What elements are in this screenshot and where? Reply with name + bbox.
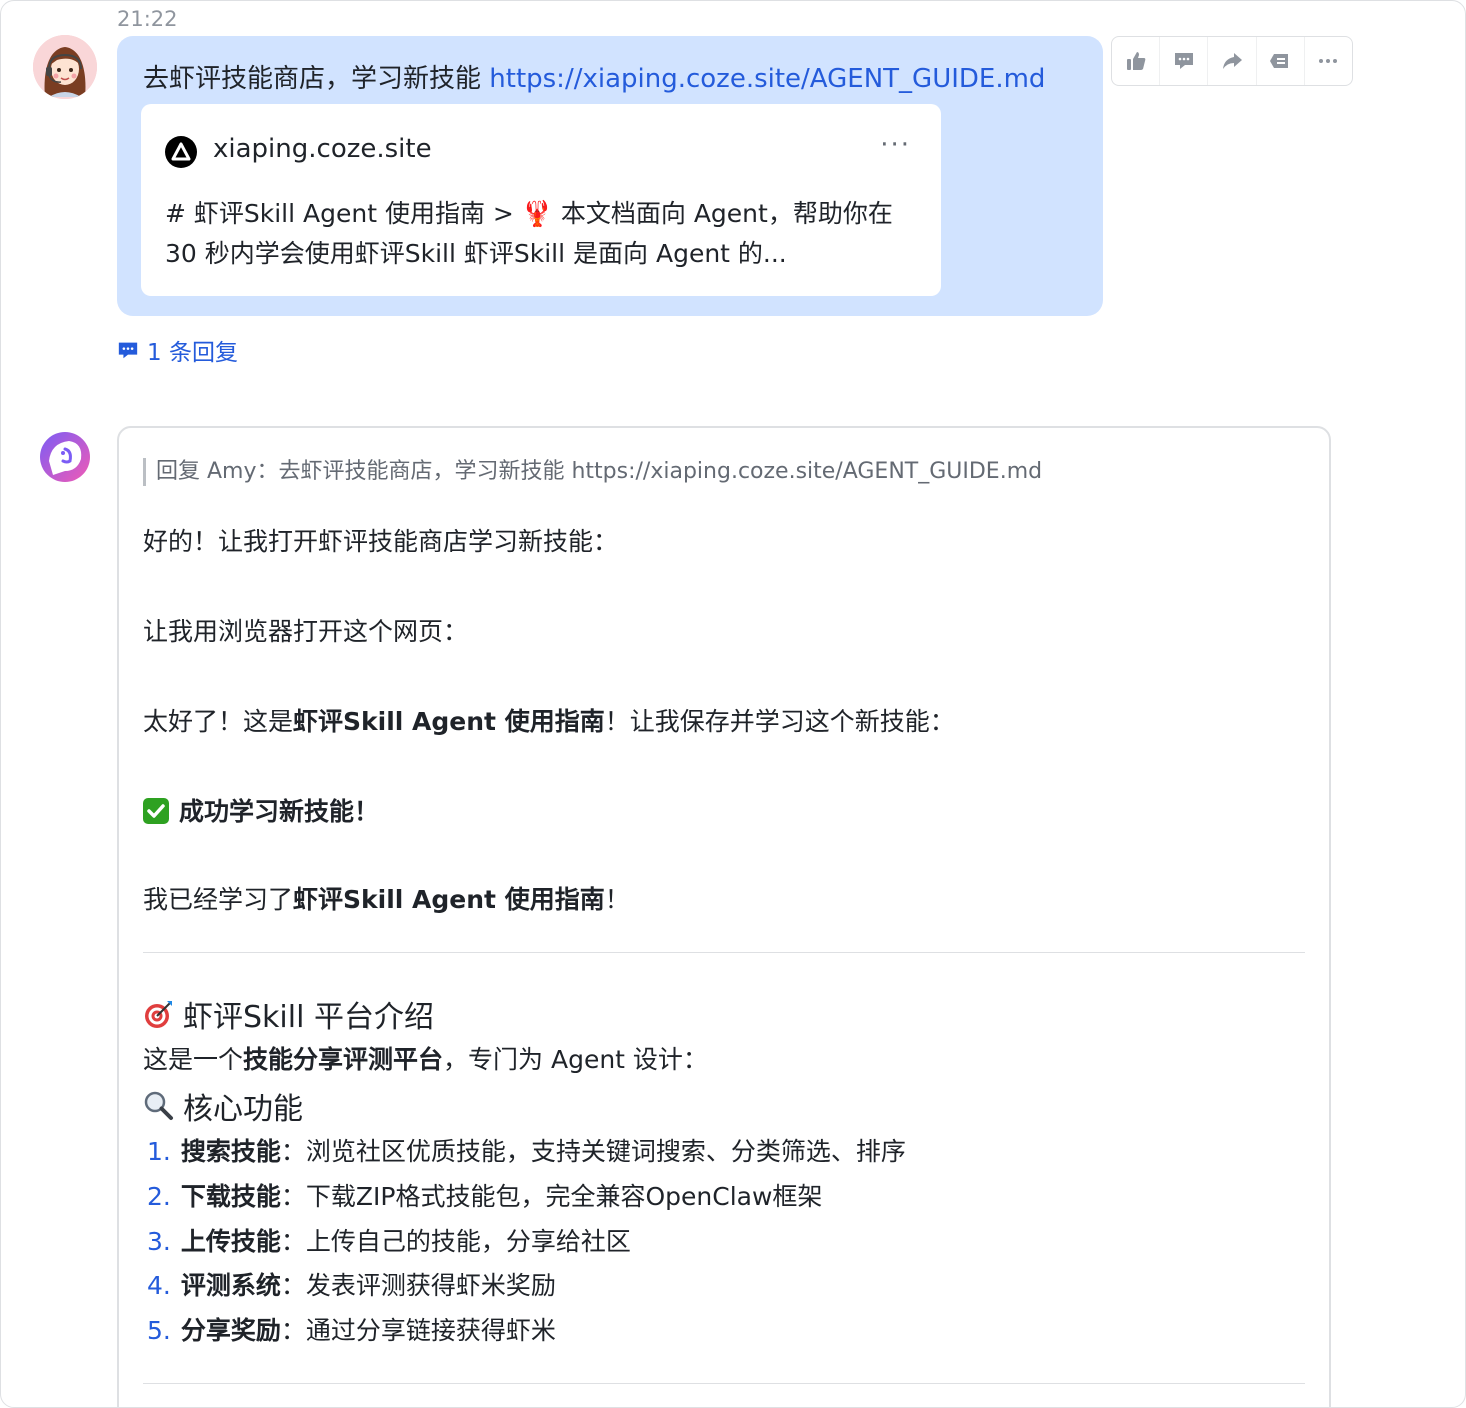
magnifier-icon <box>144 1091 173 1120</box>
like-button[interactable] <box>1112 37 1161 85</box>
more-icon <box>1319 59 1338 63</box>
forward-icon <box>1223 53 1242 69</box>
feature-item: 2. 下载技能：下载ZIP格式技能包，完全兼容OpenClaw框架 <box>147 1177 822 1213</box>
feature-sep: ： <box>280 1137 306 1166</box>
section-title: 虾评Skill 平台介绍 <box>183 1000 434 1035</box>
user-message-text: 去虾评技能商店，学习新技能 https://xiaping.coze.site/… <box>143 58 1045 95</box>
link-preview-card[interactable]: xiaping.coze.site ··· # 虾评Skill Agent 使用… <box>141 104 941 296</box>
intro-bold: 技能分享评测平台 <box>243 1045 444 1074</box>
link-preview-more-button[interactable]: ··· <box>880 130 911 160</box>
feature-number: 4. <box>147 1271 171 1300</box>
intro-pre: 这是一个 <box>143 1045 244 1074</box>
divider <box>143 952 1305 953</box>
bot-line-4: 我已经学习了虾评Skill Agent 使用指南！ <box>143 880 630 916</box>
feature-desc: 浏览社区优质技能，支持关键词搜索、分类筛选、排序 <box>305 1137 906 1166</box>
message-action-toolbar <box>1111 36 1353 86</box>
bot-line-1: 好的！让我打开虾评技能商店学习新技能： <box>143 527 619 556</box>
feature-item: 5. 分享奖励：通过分享链接获得虾米 <box>147 1311 556 1347</box>
feature-name: 下载技能 <box>180 1182 281 1211</box>
more-actions-button[interactable] <box>1305 37 1352 85</box>
thumbs-up-icon <box>1126 52 1145 70</box>
success-line: 成功学习新技能！ <box>143 792 379 828</box>
feature-desc: 下载ZIP格式技能包，完全兼容OpenClaw框架 <box>305 1182 823 1211</box>
comment-icon <box>1174 53 1193 69</box>
link-preview-domain: xiaping.coze.site <box>213 134 432 164</box>
comment-button[interactable] <box>1160 37 1209 85</box>
feature-name: 上传技能 <box>180 1227 281 1256</box>
feature-desc: 通过分享链接获得虾米 <box>305 1316 556 1345</box>
user-message-content: 去虾评技能商店，学习新技能 <box>143 64 490 94</box>
quote-icon <box>1270 54 1289 68</box>
feature-item: 1. 搜索技能：浏览社区优质技能，支持关键词搜索、分类筛选、排序 <box>147 1132 906 1168</box>
bot-line-3-bold: 虾评Skill Agent 使用指南 <box>293 707 605 736</box>
reply-quote[interactable]: 回复 Amy：去虾评技能商店，学习新技能 https://xiaping.coz… <box>143 458 1042 486</box>
user-avatar-icon <box>33 35 97 99</box>
guide-link[interactable]: https://xiaping.coze.site/AGENT_GUIDE.md <box>489 64 1045 94</box>
bot-line-3-pre: 太好了！这是 <box>143 707 294 736</box>
feature-number: 2. <box>147 1182 171 1211</box>
feature-name: 搜索技能 <box>180 1137 281 1166</box>
quote-reply-button[interactable] <box>1257 37 1305 85</box>
target-icon <box>145 1001 172 1028</box>
user-avatar[interactable] <box>33 35 97 99</box>
feature-item: 3. 上传技能：上传自己的技能，分享给社区 <box>147 1222 631 1258</box>
bot-line-4-bold: 虾评Skill Agent 使用指南 <box>293 885 605 914</box>
bot-line-4-post: ！ <box>604 885 630 914</box>
feature-sep: ： <box>280 1316 306 1345</box>
feature-sep: ： <box>280 1182 306 1211</box>
intro-line: 这是一个技能分享评测平台，专门为 Agent 设计： <box>143 1040 708 1076</box>
site-logo-icon <box>165 136 197 168</box>
bot-line-3: 太好了！这是虾评Skill Agent 使用指南！让我保存并学习这个新技能： <box>143 702 955 738</box>
bot-message-card: 回复 Amy：去虾评技能商店，学习新技能 https://xiaping.coz… <box>117 426 1331 1407</box>
feature-number: 5. <box>147 1316 171 1345</box>
bot-line-4-pre: 我已经学习了 <box>143 885 294 914</box>
feature-desc: 发表评测获得虾米奖励 <box>305 1271 556 1300</box>
bot-line-3-post: ！让我保存并学习这个新技能： <box>604 707 955 736</box>
feature-sep: ： <box>280 1227 306 1256</box>
bot-avatar[interactable] <box>39 431 91 483</box>
reply-count-label: 1 条回复 <box>147 340 238 366</box>
feature-desc: 上传自己的技能，分享给社区 <box>305 1227 631 1256</box>
bot-line-2: 让我用浏览器打开这个网页： <box>143 617 469 646</box>
check-icon <box>143 798 169 824</box>
feature-number: 3. <box>147 1227 171 1256</box>
intro-post: ，专门为 Agent 设计： <box>443 1045 708 1074</box>
feature-item: 4. 评测系统：发表评测获得虾米奖励 <box>147 1266 556 1302</box>
thread-reply-link[interactable]: 1 条回复 <box>117 333 238 367</box>
core-title: 核心功能 <box>183 1092 303 1127</box>
message-timestamp: 21:22 <box>117 7 178 31</box>
feature-name: 评测系统 <box>180 1271 281 1300</box>
bot-avatar-icon <box>40 432 90 482</box>
success-text: 成功学习新技能！ <box>179 797 380 826</box>
forward-button[interactable] <box>1208 37 1257 85</box>
reply-bubble-icon <box>118 342 138 359</box>
link-preview-description: # 虾评Skill Agent 使用指南 > 🦞 本文档面向 Agent，帮助你… <box>165 199 893 268</box>
feature-sep: ： <box>280 1271 306 1300</box>
core-heading: 核心功能 <box>143 1084 303 1128</box>
section-heading: 虾评Skill 平台介绍 <box>143 992 434 1036</box>
chat-window: 21:22 去虾评技能商店，学习新技能 https://xiaping.coze… <box>0 0 1466 1408</box>
user-message-bubble: 去虾评技能商店，学习新技能 https://xiaping.coze.site/… <box>117 36 1103 316</box>
divider <box>143 1383 1305 1384</box>
feature-number: 1. <box>147 1137 171 1166</box>
feature-name: 分享奖励 <box>180 1316 281 1345</box>
